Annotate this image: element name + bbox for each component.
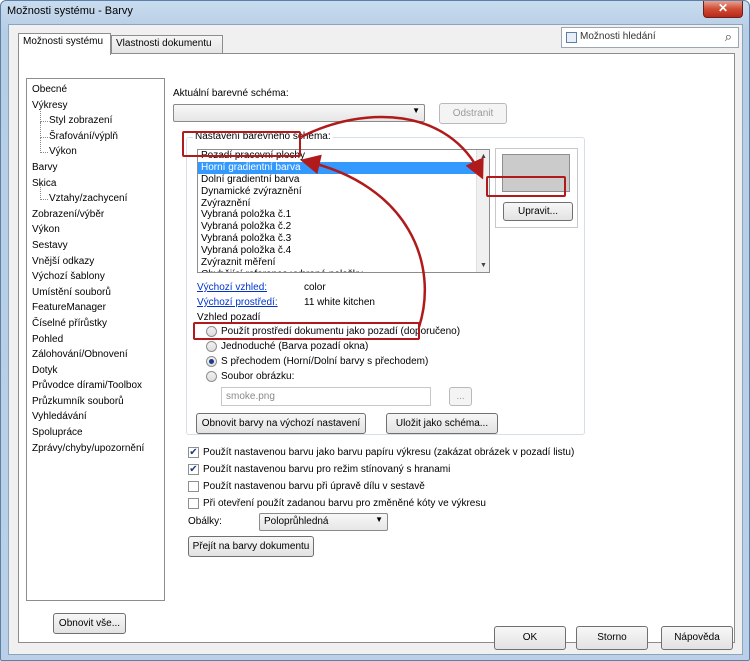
reset-all-button[interactable]: Obnovit vše... — [53, 613, 126, 634]
current-scheme-select[interactable]: ▼ — [173, 104, 425, 122]
checkbox-label: Použít nastavenou barvu jako barvu papír… — [203, 447, 575, 458]
tab-document-properties[interactable]: Vlastnosti dokumentu — [111, 35, 223, 54]
tree-item[interactable]: Výchozí šablony — [27, 269, 164, 285]
restore-defaults-button[interactable]: Obnovit barvy na výchozí nastavení — [196, 413, 366, 434]
checkbox-label: Použít nastavenou barvu při úpravě dílu … — [203, 481, 425, 492]
checkbox-box[interactable] — [188, 481, 199, 492]
tree-item[interactable]: Výkon — [27, 137, 164, 160]
envelopes-label: Obálky: — [188, 516, 222, 527]
edit-button-highlight — [486, 176, 566, 197]
default-environment-link[interactable]: Výchozí prostředí: — [197, 297, 278, 308]
checkbox-label: Použít nastavenou barvu pro režim stínov… — [203, 464, 451, 475]
default-environment-value: 11 white kitchen — [304, 297, 375, 308]
radio-button[interactable] — [206, 356, 217, 367]
cancel-button[interactable]: Storno — [576, 626, 648, 650]
gradient-option-highlight — [193, 322, 420, 340]
tree-item[interactable]: Spolupráce — [27, 425, 164, 441]
tree-item[interactable]: Průvodce dírami/Toolbox — [27, 378, 164, 394]
list-scrollbar[interactable]: ▲ ▼ — [476, 150, 489, 272]
tree-item[interactable]: Umístění souborů — [27, 285, 164, 301]
tree-item[interactable]: Číselné přírůstky — [27, 316, 164, 332]
close-button[interactable]: ✕ — [703, 1, 743, 18]
checkbox-box[interactable] — [188, 498, 199, 509]
scheme-list-item[interactable]: Vybraná položka č.1 — [198, 209, 489, 221]
scheme-list-item[interactable]: Vybraná položka č.3 — [198, 233, 489, 245]
save-scheme-button[interactable]: Uložit jako schéma... — [386, 413, 498, 434]
tree-item[interactable]: Dotyk — [27, 363, 164, 379]
color-scheme-list[interactable]: Pozadí pracovní plochy Horní gradientní b… — [197, 149, 490, 273]
help-button[interactable]: Nápověda — [661, 626, 733, 650]
checkbox-box[interactable]: ✔ — [188, 464, 199, 475]
dialog-window: Možnosti systému - Barvy ✕ Možnosti syst… — [0, 0, 750, 661]
tree-item[interactable]: Vztahy/zachycení — [27, 184, 164, 207]
scroll-down-icon[interactable]: ▼ — [477, 259, 489, 272]
tree-item[interactable]: Sestavy — [27, 238, 164, 254]
default-look-value: color — [304, 282, 326, 293]
browse-button[interactable]: ... — [449, 387, 472, 406]
options-panel: Obecné Výkresy Styl zobrazení Šrafování/výp… — [18, 53, 735, 643]
scheme-list-item[interactable]: Horní gradientní barva — [198, 161, 489, 174]
gradient-items-highlight — [182, 131, 301, 157]
options-book-icon — [566, 32, 577, 43]
tab-system-options[interactable]: Možnosti systému — [18, 33, 111, 55]
scheme-list-item[interactable]: Dolní gradientní barva — [198, 174, 489, 186]
envelopes-value: Poloprůhledná — [264, 516, 329, 527]
tree-item[interactable]: Obecné — [27, 82, 164, 98]
scheme-list-item[interactable]: Chybějící reference vybrané položky — [198, 269, 489, 272]
goto-document-colors-button[interactable]: Přejít na barvy dokumentu — [188, 536, 314, 557]
default-look-link[interactable]: Výchozí vzhled: — [197, 282, 267, 293]
edit-color-button[interactable]: Upravit... — [503, 202, 573, 221]
ok-button[interactable]: OK — [494, 626, 566, 650]
chevron-down-icon: ▼ — [375, 515, 383, 524]
tree-item[interactable]: Zobrazení/výběr — [27, 207, 164, 223]
search-placeholder: Možnosti hledání — [580, 31, 656, 42]
checkbox-box[interactable]: ✔ — [188, 447, 199, 458]
scheme-list-item[interactable]: Dynamické zvýraznění — [198, 186, 489, 198]
search-icon[interactable]: ⌕ — [725, 29, 732, 45]
tree-item[interactable]: Zálohování/Obnovení — [27, 347, 164, 363]
radio-button[interactable] — [206, 341, 217, 352]
envelopes-select[interactable]: Poloprůhledná ▼ — [259, 513, 388, 531]
tree-item[interactable]: Výkon — [27, 222, 164, 238]
search-input[interactable]: Možnosti hledání ⌕ — [561, 27, 739, 48]
current-scheme-label: Aktuální barevné schéma: — [173, 88, 289, 99]
scheme-list-item[interactable]: Vybraná položka č.4 — [198, 245, 489, 257]
scroll-up-icon[interactable]: ▲ — [477, 150, 489, 163]
tree-item[interactable]: Vyhledávání — [27, 409, 164, 425]
tree-item[interactable]: FeatureManager — [27, 300, 164, 316]
tree-item[interactable]: Zprávy/chyby/upozornění — [27, 441, 164, 457]
dialog-client: Možnosti systému Vlastnosti dokumentu Mo… — [8, 24, 743, 655]
options-tree[interactable]: Obecné Výkresy Styl zobrazení Šrafování/výp… — [26, 78, 165, 601]
scheme-list-item[interactable]: Zvýraznění — [198, 198, 489, 210]
chevron-down-icon: ▼ — [412, 106, 420, 115]
tree-item[interactable]: Barvy — [27, 160, 164, 176]
checkbox-label: Při otevření použít zadanou barvu pro zm… — [203, 498, 486, 509]
scheme-list-item[interactable]: Vybraná položka č.2 — [198, 221, 489, 233]
title-bar: Možnosti systému - Barvy ✕ — [1, 1, 749, 23]
remove-scheme-button[interactable]: Odstranit — [439, 103, 507, 124]
radio-label: Soubor obrázku: — [221, 371, 295, 382]
tree-item[interactable]: Průzkumník souborů — [27, 394, 164, 410]
window-title: Možnosti systému - Barvy — [7, 5, 133, 17]
tree-item[interactable]: Pohled — [27, 332, 164, 348]
scheme-list-item[interactable]: Zvýraznit měření — [198, 257, 489, 269]
radio-button[interactable] — [206, 371, 217, 382]
tree-item[interactable]: Vnější odkazy — [27, 254, 164, 270]
image-file-input[interactable]: smoke.png — [221, 387, 431, 406]
radio-label: S přechodem (Horní/Dolní barvy s přechod… — [221, 356, 429, 367]
radio-label: Jednoduché (Barva pozadí okna) — [221, 341, 369, 352]
